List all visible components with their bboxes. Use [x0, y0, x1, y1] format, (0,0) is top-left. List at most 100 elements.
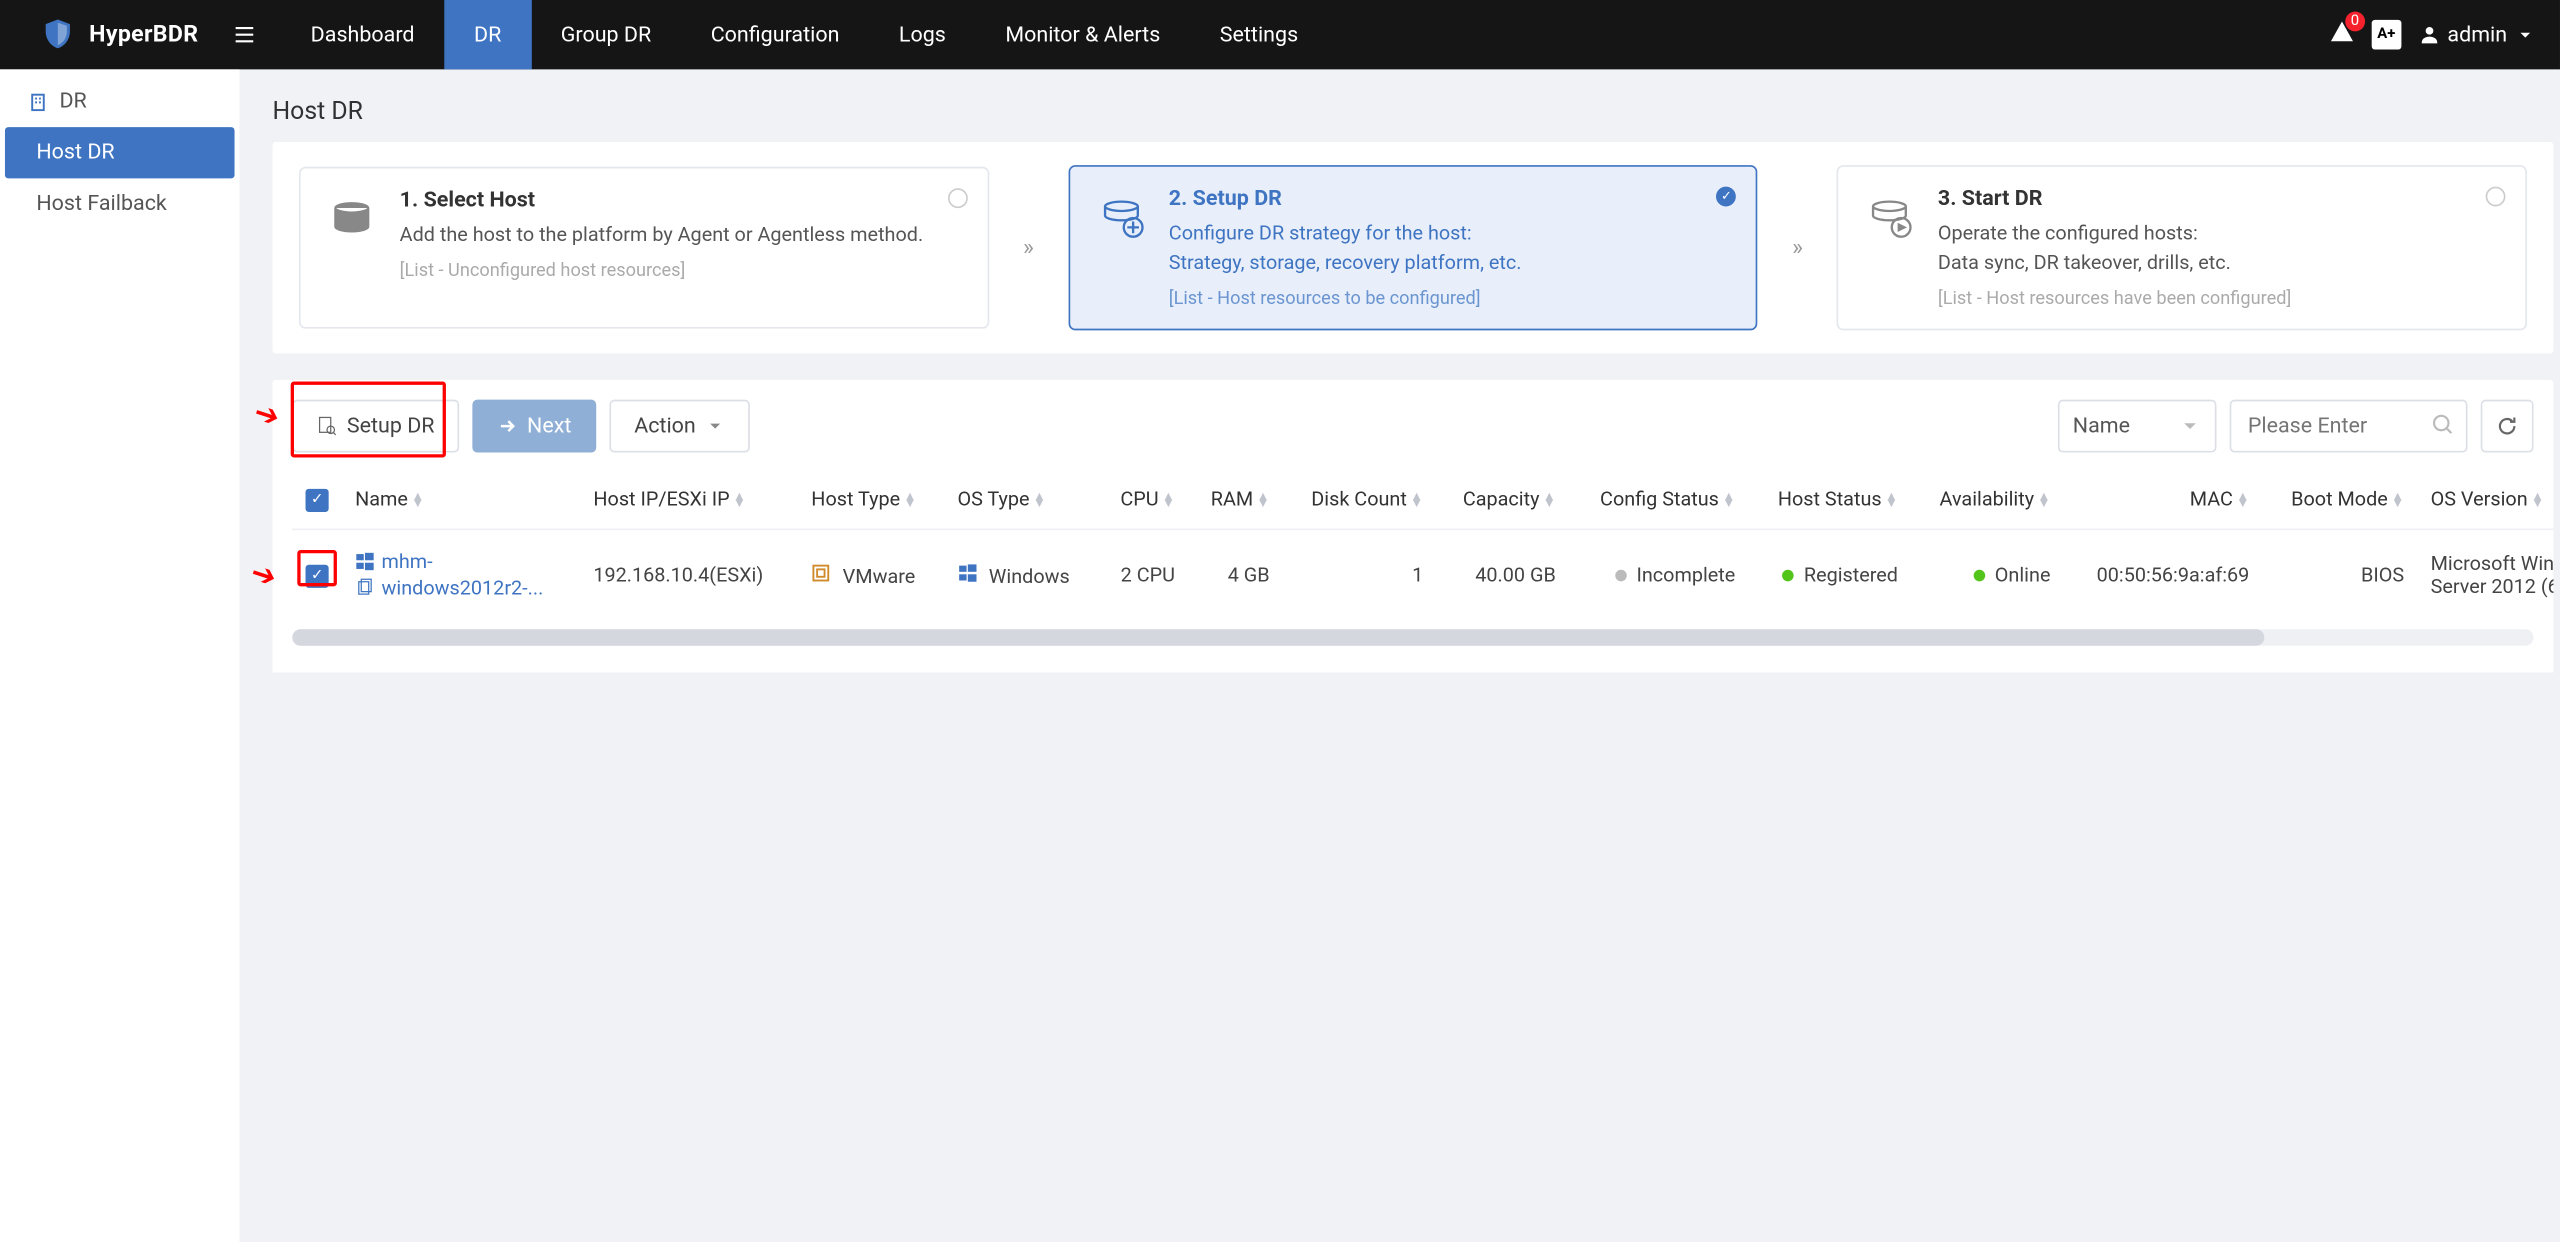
step-setup-dr[interactable]: 2. Setup DR Configure DR strategy for th…	[1068, 165, 1758, 330]
col-host-status[interactable]: Host Status▲▼	[1749, 469, 1912, 529]
cell-availability: Online	[1911, 529, 2063, 619]
reload-button[interactable]	[2481, 400, 2534, 453]
chevron-down-icon	[2178, 415, 2201, 438]
cell-os-type: Windows	[944, 529, 1098, 619]
col-mac[interactable]: MAC▲▼	[2064, 469, 2263, 529]
col-os-type[interactable]: OS Type▲▼	[944, 469, 1098, 529]
col-os-version[interactable]: OS Version▲▼	[2417, 469, 2553, 529]
status-dot-gray-icon	[1615, 570, 1627, 582]
step-list-link[interactable]: [List - Host resources have been configu…	[1938, 287, 2291, 308]
nav-settings[interactable]: Settings	[1190, 0, 1328, 69]
col-name[interactable]: Name▲▼	[342, 469, 580, 529]
filter-field-select[interactable]: Name	[2058, 400, 2217, 453]
toolbar: Setup DR Next Action Name	[273, 380, 2554, 453]
sidebar-item-host-dr[interactable]: Host DR	[5, 127, 235, 178]
step-desc: Add the host to the platform by Agent or…	[400, 220, 924, 250]
chevron-down-icon	[706, 416, 726, 436]
reload-icon	[2496, 415, 2519, 438]
col-config-status[interactable]: Config Status▲▼	[1569, 469, 1748, 529]
doc-search-icon	[317, 416, 337, 436]
col-disk-count[interactable]: Disk Count▲▼	[1283, 469, 1437, 529]
page-title: Host DR	[273, 69, 2560, 142]
status-dot-green-icon	[1782, 570, 1794, 582]
arrow-right-icon	[497, 416, 517, 436]
setup-dr-button[interactable]: Setup DR	[292, 400, 459, 453]
cell-ip: 192.168.10.4(ESXi)	[580, 529, 798, 619]
nav-group-dr[interactable]: Group DR	[531, 0, 681, 69]
cell-mac: 00:50:56:9a:af:69	[2064, 529, 2263, 619]
step-status-icon	[947, 188, 967, 208]
vmware-icon	[811, 562, 831, 582]
step-start-dr[interactable]: 3. Start DR Operate the configured hosts…	[1837, 165, 2527, 330]
cell-boot-mode: BIOS	[2263, 529, 2418, 619]
cell-os-version: Microsoft Windows Server 2012 (64	[2417, 529, 2553, 619]
windows-icon	[957, 562, 977, 582]
cell-disk-count: 1	[1283, 529, 1437, 619]
host-name-link-2[interactable]: windows2012r2-...	[355, 576, 543, 599]
main: Host DR 1. Select Host Add the host to t…	[239, 69, 2559, 1242]
col-availability[interactable]: Availability▲▼	[1911, 469, 2063, 529]
host-name-link[interactable]: mhm-	[355, 550, 543, 573]
shield-icon	[40, 17, 76, 53]
status-dot-green-icon	[1973, 570, 1985, 582]
step-title: 3. Start DR	[1938, 187, 2291, 212]
nav-monitor-alerts[interactable]: Monitor & Alerts	[976, 0, 1190, 69]
sidebar-item-host-failback[interactable]: Host Failback	[0, 178, 239, 229]
user-menu[interactable]: admin	[2418, 22, 2537, 47]
horizontal-scrollbar[interactable]	[292, 629, 2533, 646]
cell-capacity: 40.00 GB	[1436, 529, 1569, 619]
col-boot-mode[interactable]: Boot Mode▲▼	[2263, 469, 2418, 529]
cell-cpu: 2 CPU	[1098, 529, 1188, 619]
col-ip[interactable]: Host IP/ESXi IP▲▼	[580, 469, 798, 529]
nav-links: Dashboard DR Group DR Configuration Logs…	[281, 0, 1328, 69]
row-checkbox[interactable]	[306, 565, 329, 588]
step-title: 1. Select Host	[400, 188, 924, 213]
step-title: 2. Setup DR	[1169, 187, 1522, 212]
cell-config-status: Incomplete	[1569, 529, 1748, 619]
hosts-table: Name▲▼ Host IP/ESXi IP▲▼ Host Type▲▼ OS …	[292, 469, 2553, 619]
step-status-done-icon	[1717, 187, 1737, 207]
start-icon	[1862, 190, 1918, 246]
host-icon	[324, 192, 380, 248]
step-select-host[interactable]: 1. Select Host Add the host to the platf…	[299, 167, 989, 329]
col-cpu[interactable]: CPU▲▼	[1098, 469, 1188, 529]
brand-text: HyperBDR	[89, 21, 198, 47]
navbar: HyperBDR Dashboard DR Group DR Configura…	[0, 0, 2560, 69]
cell-ram: 4 GB	[1188, 529, 1283, 619]
menu-toggle-icon[interactable]	[221, 21, 267, 47]
chevron-down-icon	[2514, 23, 2537, 46]
col-capacity[interactable]: Capacity▲▼	[1436, 469, 1569, 529]
step-arrow-icon: »	[1781, 235, 1814, 261]
nav-dr[interactable]: DR	[444, 0, 531, 69]
search-icon	[2431, 413, 2454, 436]
search-wrap	[2230, 400, 2468, 453]
select-all-checkbox[interactable]	[306, 489, 329, 512]
table-header-row: Name▲▼ Host IP/ESXi IP▲▼ Host Type▲▼ OS …	[292, 469, 2553, 529]
user-icon	[2418, 23, 2441, 46]
step-arrow-icon: »	[1012, 235, 1045, 261]
step-list-link[interactable]: [List - Host resources to be configured]	[1169, 287, 1522, 308]
cell-host-status: Registered	[1749, 529, 1912, 619]
sidebar-title: DR	[0, 69, 239, 127]
table-row[interactable]: mhm- windows2012r2-... 192.168.10.4(ESXi…	[292, 529, 2553, 619]
cell-host-type: VMware	[798, 529, 944, 619]
steps: 1. Select Host Add the host to the platf…	[273, 142, 2554, 353]
step-desc: Operate the configured hosts: Data sync,…	[1938, 218, 2291, 277]
nav-configuration[interactable]: Configuration	[681, 0, 869, 69]
next-button[interactable]: Next	[473, 400, 597, 453]
sidebar: DR Host DR Host Failback	[0, 69, 239, 1242]
windows-icon	[355, 552, 375, 572]
nav-dashboard[interactable]: Dashboard	[281, 0, 444, 69]
nav-logs[interactable]: Logs	[869, 0, 975, 69]
setup-icon	[1093, 190, 1149, 246]
action-button[interactable]: Action	[609, 400, 750, 453]
alerts-count: 0	[2345, 12, 2365, 32]
step-list-link[interactable]: [List - Unconfigured host resources]	[400, 259, 924, 280]
alerts-icon[interactable]: 0	[2328, 18, 2354, 51]
scrollbar-thumb[interactable]	[292, 629, 2264, 646]
brand-logo: HyperBDR	[0, 17, 221, 53]
language-switch[interactable]: A+	[2371, 20, 2401, 50]
col-host-type[interactable]: Host Type▲▼	[798, 469, 944, 529]
table-wrap: Name▲▼ Host IP/ESXi IP▲▼ Host Type▲▼ OS …	[273, 453, 2554, 673]
col-ram[interactable]: RAM▲▼	[1188, 469, 1283, 529]
